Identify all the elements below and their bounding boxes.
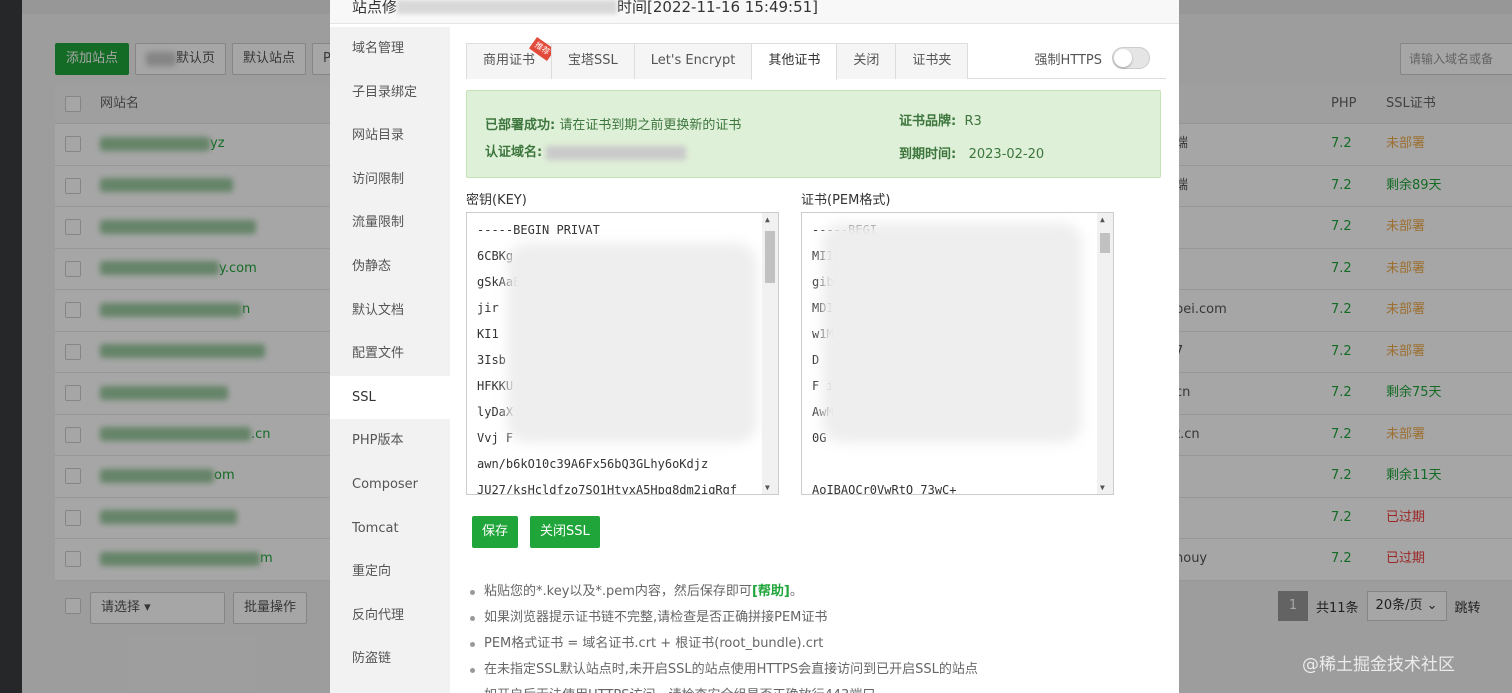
sidebar-item-6[interactable]: 默认文档 — [330, 289, 450, 333]
ssl-actions: 保存 关闭SSL — [472, 516, 600, 548]
tab-0[interactable]: 商用证书 推荐 — [466, 36, 556, 79]
key-scrollbar[interactable]: ▲ ▼ — [762, 213, 778, 494]
sidebar-item-10[interactable]: Composer — [330, 463, 450, 507]
domain-value-redacted — [546, 145, 687, 160]
cert-status-box: 已部署成功: 请在证书到期之前更换新的证书 认证域名: 证书品牌: R3 到期时… — [466, 90, 1161, 178]
tab-5[interactable]: 证书夹 — [895, 43, 969, 79]
deployed-text: 请在证书到期之前更换新的证书 — [559, 118, 742, 133]
redaction-blur — [507, 243, 757, 443]
sidebar-item-7[interactable]: 配置文件 — [330, 332, 450, 376]
redaction-blur — [822, 223, 1082, 443]
sidebar-item-3[interactable]: 访问限制 — [330, 158, 450, 202]
sidebar-item-5[interactable]: 伪静态 — [330, 245, 450, 289]
text-line: awn/b6kO10c39A6Fx56bQ3GLhy6oKdjz — [477, 457, 709, 471]
settings-sidebar: 域名管理 子目录绑定 网站目录 访问限制 流量限制 伪静态 默认文档 配置文件 SSL PHP版本… — [330, 27, 450, 693]
close-ssl-button[interactable]: 关闭SSL — [530, 516, 600, 548]
expire-label: 到期时间: — [899, 147, 957, 162]
sidebar-item-4[interactable]: 流量限制 — [330, 201, 450, 245]
domain-label: 认证域名: — [485, 145, 543, 160]
brand-value: R3 — [964, 114, 982, 129]
sidebar-item-12[interactable]: 重定向 — [330, 550, 450, 594]
cert-scrollbar[interactable]: ▲ ▼ — [1097, 213, 1113, 494]
sidebar-item-9[interactable]: PHP版本 — [330, 419, 450, 463]
ssl-panel: 商用证书 推荐 宝塔SSL Let's Encrypt 其他证书 关闭 证书夹 强制HTTP… — [466, 36, 1166, 693]
sidebar-item-14[interactable]: 防盗链 — [330, 637, 450, 681]
key-textarea[interactable]: -----BEGIN PRIVAT 6CBKg gSkAaEA jir KI1 3Isb H… — [466, 212, 779, 495]
save-button[interactable]: 保存 — [472, 516, 519, 548]
sidebar-item-0[interactable]: 域名管理 — [330, 27, 450, 71]
text-line: -----BEGIN PRIVAT — [477, 223, 600, 237]
sidebar-item-2[interactable]: 网站目录 — [330, 114, 450, 158]
expire-value: 2023-02-20 — [968, 147, 1045, 162]
text-line — [812, 451, 1103, 477]
text-line: JU27/ksHcldfzo7SO1HtyxA5Hpg8dm2igRgf — [477, 483, 738, 495]
force-https-toggle[interactable] — [1112, 47, 1150, 69]
tab-3[interactable]: 其他证书 — [751, 43, 838, 80]
note-item: PEM格式证书 = 域名证书.crt + 根证书(root_bundle).cr… — [466, 631, 1166, 657]
note-item: 如开启后无法使用HTTPS访问，请检查安全组是否正确放行443端口 — [466, 683, 1166, 693]
note-item: 在未指定SSL默认站点时,未开启SSL的站点使用HTTPS会直接访问到已开启SS… — [466, 657, 1166, 683]
tab-1[interactable]: 宝塔SSL — [551, 43, 635, 79]
brand-label: 证书品牌: — [899, 114, 957, 129]
site-settings-modal: 站点修 时间[2022-11-16 15:49:51] 域名管理 子目录绑定 网站目录… — [330, 0, 1179, 693]
text-line: AoIBAQCr0VwRtQ 73wC+ — [812, 483, 957, 495]
note-item: 粘贴您的*.key以及*.pem内容，然后保存即可[帮助]。 — [466, 579, 1166, 605]
ssl-notes: 粘贴您的*.key以及*.pem内容，然后保存即可[帮助]。 如果浏览器提示证书… — [466, 579, 1166, 693]
cert-label: 证书(PEM格式) — [801, 193, 891, 208]
sidebar-item-8[interactable]: SSL — [330, 375, 450, 420]
help-link[interactable]: [帮助] — [752, 584, 790, 599]
force-https-label: 强制HTTPS — [1034, 52, 1102, 68]
watermark: @稀土掘金技术社区 — [1302, 655, 1455, 675]
note-item: 如果浏览器提示证书链不完整,请检查是否正确拼接PEM证书 — [466, 605, 1166, 631]
cert-textarea[interactable]: -----BEGIMIIFLD gAw H5g2GgibP MA0GMDI TM… — [801, 212, 1114, 495]
tab-4[interactable]: 关闭 — [836, 43, 897, 79]
sidebar-item-1[interactable]: 子目录绑定 — [330, 71, 450, 115]
sidebar-item-11[interactable]: Tomcat — [330, 507, 450, 551]
deployed-label: 已部署成功: — [485, 118, 556, 133]
sidebar-item-13[interactable]: 反向代理 — [330, 594, 450, 638]
force-https: 强制HTTPS — [1034, 47, 1150, 69]
key-label: 密钥(KEY) — [466, 193, 527, 208]
tab-2[interactable]: Let's Encrypt — [633, 43, 753, 79]
modal-title: 站点修 时间[2022-11-16 15:49:51] — [330, 0, 1179, 24]
